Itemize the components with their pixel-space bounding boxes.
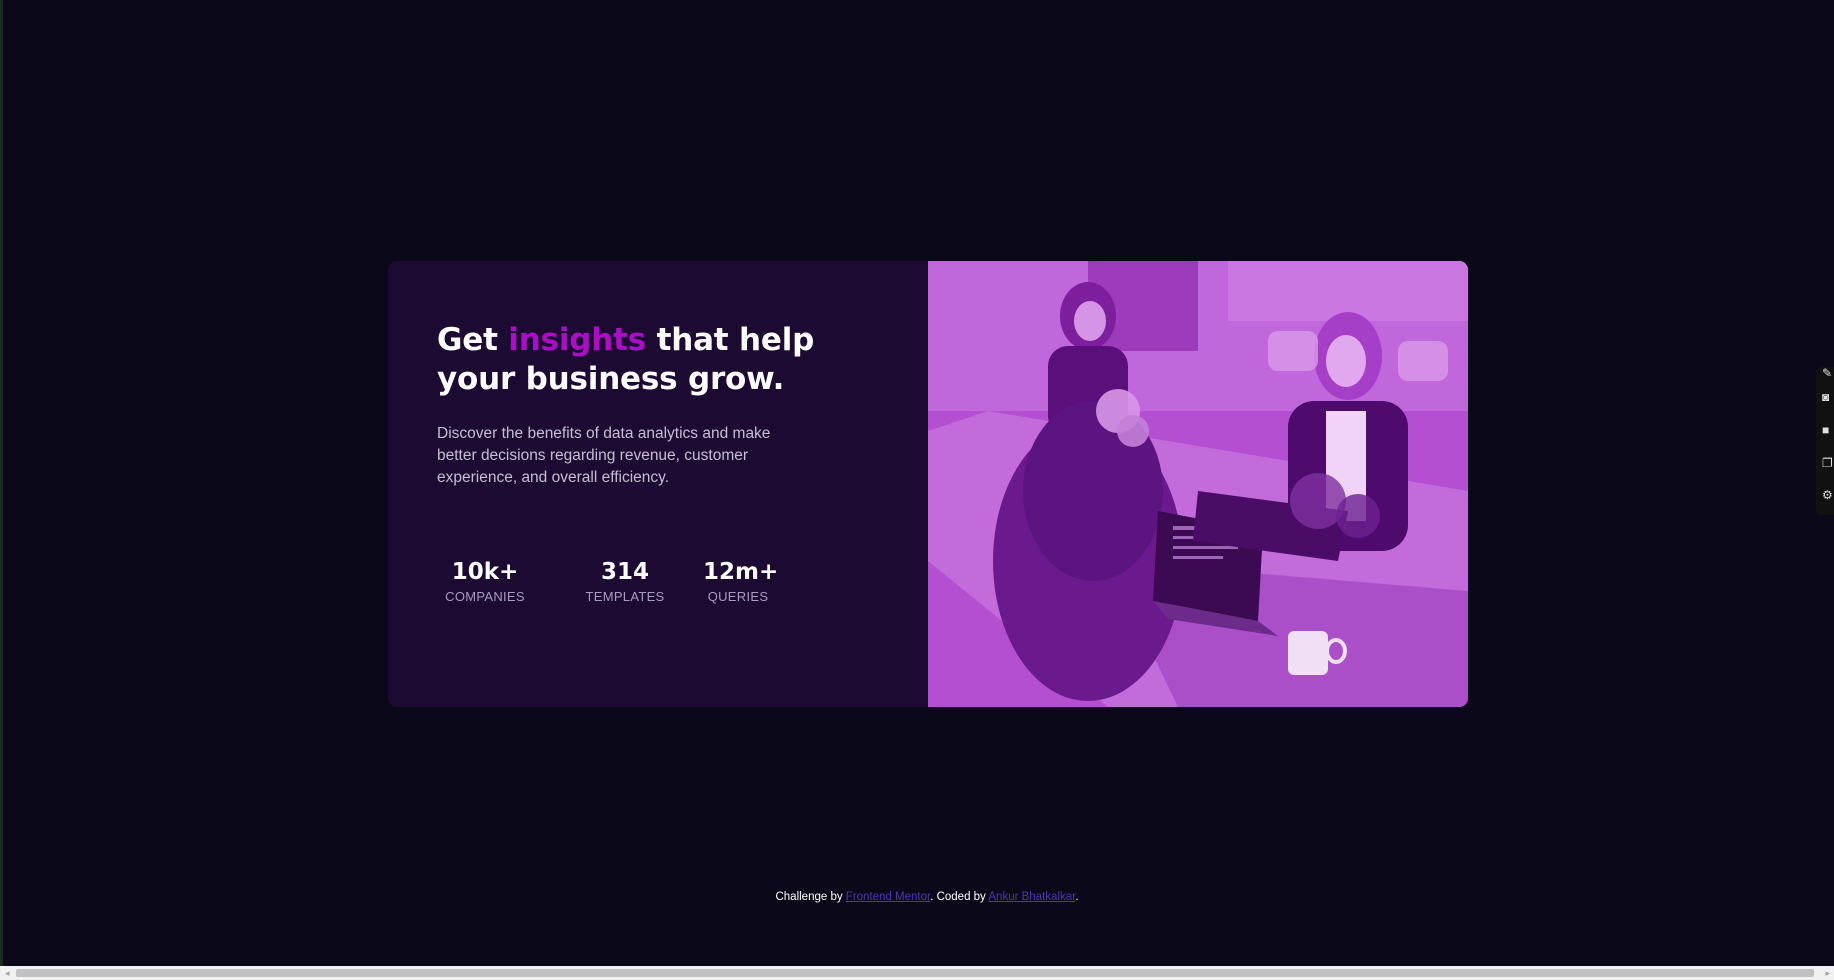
scrollbar-thumb[interactable] xyxy=(16,969,1814,977)
headline-accent: insights xyxy=(508,322,646,358)
stat-label: COMPANIES xyxy=(445,589,525,604)
stat-templates: 314 TEMPLATES xyxy=(577,557,673,604)
floating-toolbar: ✎ ◙ ■ ❐ ⚙ xyxy=(1816,367,1834,515)
office-photo xyxy=(928,261,1468,707)
headline: Get insights that help your business gro… xyxy=(437,321,877,399)
stat-value: 10k+ xyxy=(451,559,519,585)
attribution-suffix: . xyxy=(1075,891,1079,903)
stat-label: QUERIES xyxy=(707,589,769,604)
horizontal-scrollbar[interactable]: ◂ ▸ xyxy=(0,966,1834,980)
card-content: Get insights that help your business gro… xyxy=(388,261,928,707)
frontend-mentor-link[interactable]: Frontend Mentor xyxy=(846,891,930,903)
attribution: Challenge by Frontend Mentor. Coded by A… xyxy=(0,891,1834,903)
stats-row: 10k+ COMPANIES 314 TEMPLATES 12m+ QUERIE… xyxy=(437,557,813,604)
office-photo-illustration xyxy=(928,261,1468,707)
stat-value: 12m+ xyxy=(703,559,779,585)
stats-preview-card: Get insights that help your business gro… xyxy=(388,261,1468,707)
copy-icon[interactable]: ❐ xyxy=(1822,457,1834,469)
gear-icon[interactable]: ⚙ xyxy=(1822,489,1834,501)
author-link[interactable]: Ankur Bhatkalkar xyxy=(988,891,1075,903)
stat-value: 314 xyxy=(600,559,649,585)
pin-icon[interactable]: ✎ xyxy=(1822,367,1834,379)
description: Discover the benefits of data analytics … xyxy=(437,425,771,486)
window-edge xyxy=(0,0,3,966)
stat-companies: 10k+ COMPANIES xyxy=(437,557,533,604)
scroll-left-icon[interactable]: ◂ xyxy=(5,968,10,978)
stat-label: TEMPLATES xyxy=(585,589,665,604)
attribution-prefix: Challenge by xyxy=(775,891,846,903)
square-icon[interactable]: ■ xyxy=(1822,424,1834,436)
page: Get insights that help your business gro… xyxy=(0,0,1834,980)
scroll-right-icon[interactable]: ▸ xyxy=(1825,968,1830,978)
attribution-middle: . Coded by xyxy=(930,891,989,903)
stat-queries: 12m+ QUERIES xyxy=(703,557,779,604)
camera-icon[interactable]: ◙ xyxy=(1822,391,1834,403)
headline-start: Get xyxy=(437,322,509,358)
